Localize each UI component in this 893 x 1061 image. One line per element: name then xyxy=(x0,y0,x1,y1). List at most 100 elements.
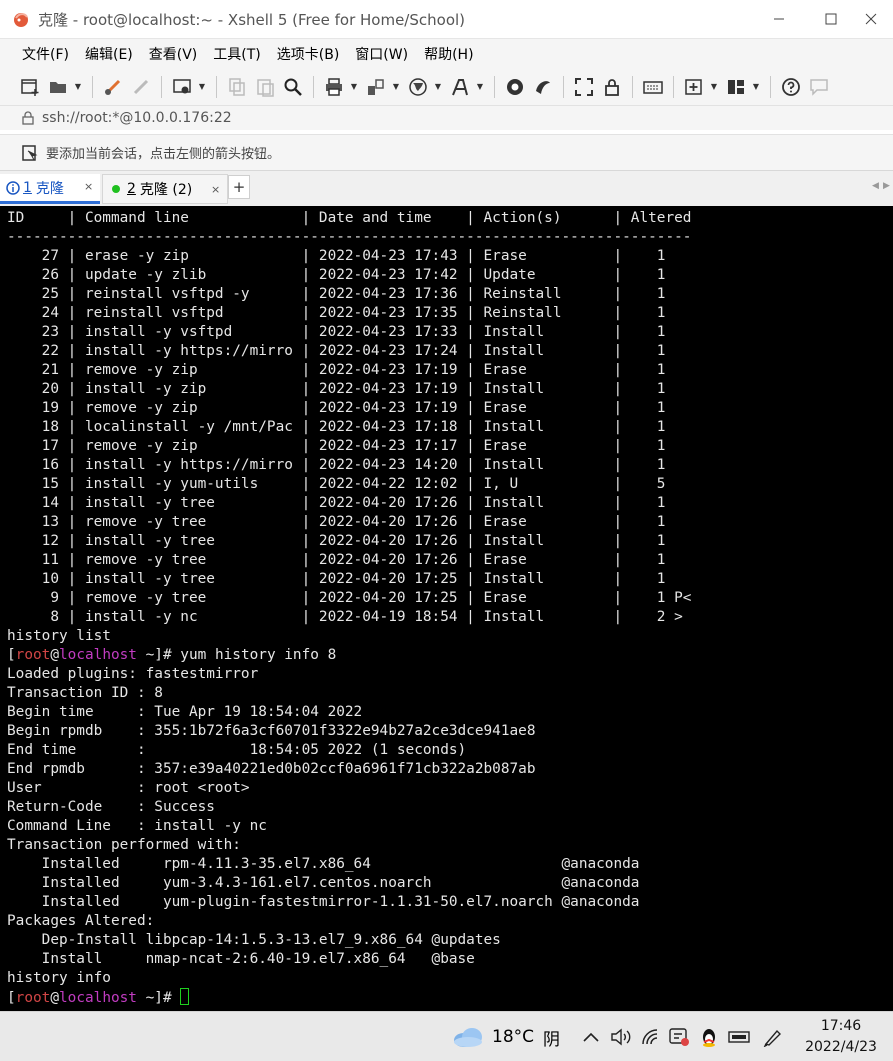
open-folder-button[interactable] xyxy=(46,75,70,99)
paste-button[interactable] xyxy=(253,75,277,99)
prompt-bracket: [ xyxy=(7,647,16,663)
volume-button[interactable] xyxy=(610,1012,632,1061)
chat-button[interactable] xyxy=(807,75,831,99)
menu-help[interactable]: 帮助(H) xyxy=(416,44,481,64)
globe-dropdown-caret[interactable]: ▼ xyxy=(434,75,442,99)
weather-cloud-icon[interactable] xyxy=(452,1012,484,1061)
disconnect-button[interactable] xyxy=(129,75,153,99)
tab-close-button[interactable]: × xyxy=(211,183,220,196)
find-button[interactable] xyxy=(281,75,305,99)
properties-button[interactable] xyxy=(170,75,194,99)
tab-scroll-right-icon[interactable]: ▶ xyxy=(883,181,890,191)
fullscreen-button[interactable] xyxy=(572,75,596,99)
font-dropdown-caret[interactable]: ▼ xyxy=(476,75,484,99)
tab-label: 克隆 (2) xyxy=(139,182,193,198)
transfer-button[interactable] xyxy=(364,75,388,99)
tab-close-button[interactable]: × xyxy=(84,180,93,193)
copy-button[interactable] xyxy=(225,75,249,99)
address-bar[interactable]: ssh://root:*@10.0.0.176:22 xyxy=(0,106,893,130)
menu-window[interactable]: 窗口(W) xyxy=(347,44,416,64)
new-tab-dropdown-caret[interactable]: ▼ xyxy=(710,75,718,99)
print-button[interactable] xyxy=(322,75,346,99)
menu-tabs[interactable]: 选项卡(B) xyxy=(269,44,348,64)
new-session-button[interactable] xyxy=(18,75,42,99)
close-button[interactable] xyxy=(848,0,893,38)
prompt-user: root xyxy=(15,990,51,1006)
add-tab-button[interactable]: + xyxy=(228,175,250,199)
menu-edit[interactable]: 编辑(E) xyxy=(77,44,141,64)
terminal-line: End time : 18:54:05 2022 (1 seconds) xyxy=(7,742,467,758)
new-session-icon xyxy=(21,78,39,96)
help-button[interactable] xyxy=(779,75,803,99)
lock-icon xyxy=(605,78,619,96)
terminal-line: Installed yum-plugin-fastestmirror-1.1.3… xyxy=(7,894,640,910)
device-button[interactable] xyxy=(728,1012,750,1061)
lock-icon xyxy=(22,111,34,125)
terminal-line: User : root <root> xyxy=(7,780,250,796)
lock-button[interactable] xyxy=(600,75,624,99)
terminal-line: 24 | reinstall vsftpd | 2022-04-23 17:35… xyxy=(7,305,666,321)
xftp-button[interactable] xyxy=(503,75,527,99)
tab-session-2[interactable]: 2 克隆 (2) × xyxy=(102,174,228,204)
pen-button[interactable] xyxy=(762,1012,784,1061)
menu-tools[interactable]: 工具(T) xyxy=(205,44,268,64)
terminal-line: Installed yum-3.4.3-161.el7.centos.noarc… xyxy=(7,875,640,891)
layout-button[interactable] xyxy=(724,75,748,99)
layout-dropdown-caret[interactable]: ▼ xyxy=(752,75,760,99)
xmanager-button[interactable] xyxy=(531,75,555,99)
connect-button[interactable] xyxy=(101,75,125,99)
prompt-command: ~]# yum history info 8 xyxy=(136,647,337,663)
window-title: 克隆 - root@localhost:~ - Xshell 5 (Free f… xyxy=(38,10,466,29)
qq-button[interactable] xyxy=(698,1012,720,1061)
qq-penguin-icon xyxy=(698,1026,720,1048)
terminal-line: 20 | install -y zip | 2022-04-23 17:19 |… xyxy=(7,381,666,397)
terminal-line: 12 | install -y tree | 2022-04-20 17:26 … xyxy=(7,533,666,549)
transfer-icon xyxy=(368,78,384,95)
tray-overflow-button[interactable] xyxy=(580,1012,602,1061)
notification-button[interactable] xyxy=(668,1012,690,1061)
font-button[interactable] xyxy=(448,75,472,99)
session-hint-bar: 要添加当前会话，点击左侧的箭头按钮。 xyxy=(0,134,893,170)
speaker-icon xyxy=(610,1026,632,1048)
tab-number: 2 xyxy=(127,181,136,197)
toolbar-separator xyxy=(770,75,771,98)
terminal-line: 13 | remove -y tree | 2022-04-20 17:26 |… xyxy=(7,514,666,530)
weather-temperature[interactable]: 18°C xyxy=(492,1012,534,1061)
arrow-add-session-icon[interactable] xyxy=(22,144,38,161)
open-dropdown-caret[interactable]: ▼ xyxy=(74,75,82,99)
weather-condition[interactable]: 阴 xyxy=(543,1012,560,1061)
prompt-command: ~]# xyxy=(136,990,181,1006)
search-icon xyxy=(284,78,302,96)
paste-icon xyxy=(257,78,274,97)
terminal-line: 9 | remove -y tree | 2022-04-20 17:25 | … xyxy=(7,590,692,606)
terminal-line: 25 | reinstall vsftpd -y | 2022-04-23 17… xyxy=(7,286,666,302)
minimize-button[interactable] xyxy=(756,0,802,38)
connected-dot-icon xyxy=(112,185,120,193)
tab-scroll-left-icon[interactable]: ◀ xyxy=(872,181,879,191)
terminal-output[interactable]: ID | Command line | Date and time | Acti… xyxy=(0,206,893,1011)
session-address: ssh://root:*@10.0.0.176:22 xyxy=(42,110,232,126)
globe-button[interactable] xyxy=(406,75,430,99)
menu-view[interactable]: 查看(V) xyxy=(141,44,206,64)
terminal-cursor[interactable] xyxy=(180,988,190,1005)
new-tab-button[interactable] xyxy=(682,75,706,99)
properties-dropdown-caret[interactable]: ▼ xyxy=(198,75,206,99)
print-dropdown-caret[interactable]: ▼ xyxy=(350,75,358,99)
terminal-line: Loaded plugins: fastestmirror xyxy=(7,666,259,682)
system-clock[interactable]: 17:46 2022/4/23 xyxy=(796,1016,886,1058)
terminal-line: 23 | install -y vsftpd | 2022-04-23 17:3… xyxy=(7,324,666,340)
terminal-line: 27 | erase -y zip | 2022-04-23 17:43 | E… xyxy=(7,248,666,264)
transfer-dropdown-caret[interactable]: ▼ xyxy=(392,75,400,99)
chevron-up-icon xyxy=(580,1026,602,1048)
menu-file[interactable]: 文件(F) xyxy=(14,44,77,64)
help-icon xyxy=(782,77,800,96)
tab-session-1[interactable]: 1 克隆 × xyxy=(0,174,100,204)
terminal-line: 15 | install -y yum-utils | 2022-04-22 1… xyxy=(7,476,666,492)
add-tab-icon xyxy=(685,78,702,95)
terminal-line: 10 | install -y tree | 2022-04-20 17:25 … xyxy=(7,571,666,587)
network-button[interactable] xyxy=(640,1012,662,1061)
globe-icon xyxy=(409,77,427,96)
folder-icon xyxy=(50,81,66,93)
keyboard-button[interactable] xyxy=(641,75,665,99)
xmanager-icon xyxy=(536,80,550,94)
